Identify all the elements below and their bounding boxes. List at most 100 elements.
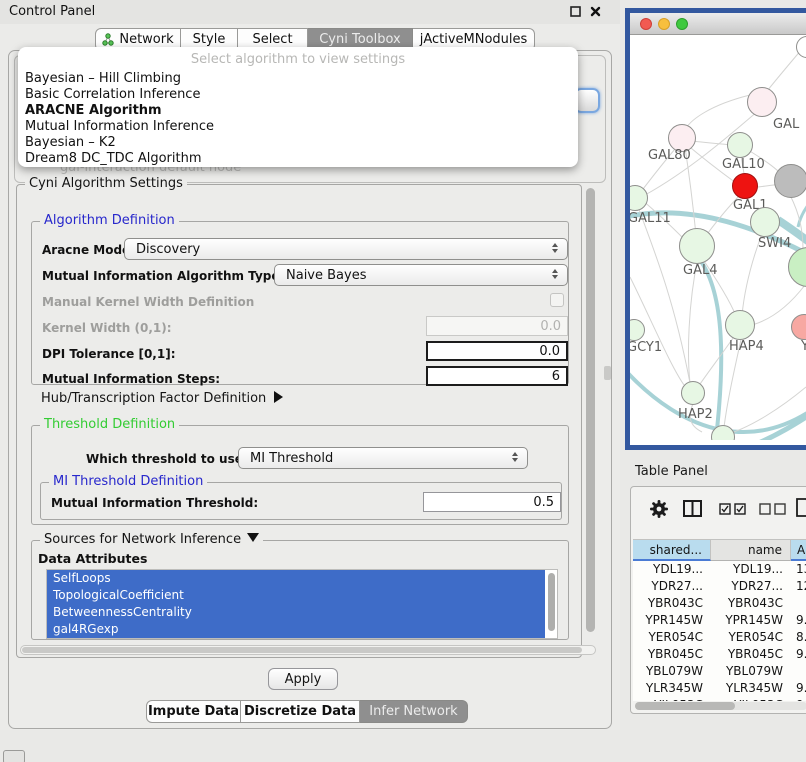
mi-algorithm-type-label: Mutual Information Algorithm Type: (42, 269, 284, 283)
table-row[interactable]: YBR043CYBR043C (633, 595, 806, 612)
table-body: YDL19...YDL19...13 YDR27...YDR27...12 YB… (633, 561, 806, 701)
table-row[interactable]: YLR345WYLR345W9. (633, 680, 806, 697)
attribute-item-selected[interactable]: gal4RGexp (47, 621, 545, 638)
gear-icon[interactable] (649, 499, 669, 523)
node[interactable] (750, 207, 780, 237)
control-panel-titlebar: Control Panel (0, 0, 620, 24)
node[interactable] (679, 228, 715, 264)
mi-algorithm-type-select[interactable]: Naive Bayes (274, 264, 568, 286)
checked-boxes-icon[interactable] (719, 503, 747, 519)
algorithm-option[interactable]: Basic Correlation Inference (18, 87, 578, 103)
algorithm-option[interactable]: Bayesian – K2 (18, 135, 578, 151)
node-selected-red[interactable] (732, 173, 758, 199)
table-row[interactable]: YDL19...YDL19...13 (633, 561, 806, 578)
stepper-arrows-icon (512, 452, 518, 462)
table-row[interactable]: YDR27...YDR27...12 (633, 578, 806, 595)
data-attributes-label: Data Attributes (38, 551, 147, 566)
settings-vertical-scrollbar[interactable] (584, 184, 597, 658)
algorithm-option[interactable]: Bayesian – Hill Climbing (18, 71, 578, 87)
algorithm-dropdown-list: Select algorithm to view settings Bayesi… (18, 47, 578, 167)
column-layout-icon[interactable] (683, 500, 703, 521)
which-threshold-label: Which threshold to use: (86, 452, 248, 466)
tab-impute-data[interactable]: Impute Data (146, 700, 241, 723)
apply-button[interactable]: Apply (268, 668, 338, 690)
close-traffic-light-icon[interactable] (640, 18, 652, 30)
node-label: HAP2 (678, 407, 713, 422)
attribute-item-selected[interactable]: BetweennessCentrality (47, 604, 545, 621)
node[interactable] (681, 381, 705, 405)
node-label: GCY1 (630, 340, 662, 355)
aracne-mode-label: Aracne Mode: (42, 243, 135, 257)
mi-steps-field[interactable]: 6 (426, 366, 568, 386)
algorithm-option[interactable]: Mutual Information Inference (18, 119, 578, 135)
dpi-tolerance-field[interactable]: 0.0 (426, 341, 568, 361)
algorithm-option-selected[interactable]: ARACNE Algorithm (18, 103, 578, 119)
table-row[interactable]: YBL079WYBL079W (633, 663, 806, 680)
node[interactable] (774, 164, 806, 198)
mi-threshold-definition-title: MI Threshold Definition (49, 474, 207, 489)
panel-divider-handle[interactable] (604, 366, 611, 380)
mi-threshold-definition-group: MI Threshold Definition Mutual Informati… (40, 482, 562, 520)
dpi-tolerance-label: DPI Tolerance [0,1]: (42, 347, 176, 361)
expanded-arrow-icon (247, 533, 259, 542)
stepper-arrows-icon (552, 269, 558, 279)
close-icon[interactable] (590, 6, 601, 21)
hub-definition-expander[interactable]: Hub/Transcription Factor Definition (41, 391, 283, 406)
mi-threshold-field[interactable]: 0.5 (423, 492, 561, 512)
node-label: GAL (773, 117, 799, 132)
node[interactable] (725, 310, 755, 340)
attribute-item-selected[interactable]: SelfLoops (47, 570, 545, 587)
which-threshold-select[interactable]: MI Threshold (238, 447, 528, 469)
tab-discretize-data[interactable]: Discretize Data (241, 700, 360, 723)
network-view-window: GAL GAL80 GAL10 GAL1 GAL11 SWI4 GAL4 GCY… (625, 8, 806, 450)
collapsed-arrow-icon (274, 391, 283, 403)
unchecked-boxes-icon[interactable] (759, 503, 787, 519)
float-window-icon[interactable] (570, 6, 581, 21)
column-header-shared-name[interactable]: shared... (633, 539, 711, 561)
sources-title[interactable]: Sources for Network Inference (40, 532, 263, 547)
algorithm-definition-title: Algorithm Definition (40, 213, 179, 228)
stepper-arrows-icon (552, 243, 558, 253)
manual-kernel-width-checkbox[interactable] (550, 293, 564, 307)
network-window-titlebar[interactable] (630, 13, 806, 35)
table-row[interactable]: YER054CYER054C8. (633, 629, 806, 646)
document-icon[interactable] (796, 498, 806, 521)
network-tab-icon (102, 33, 114, 46)
table-panel-title: Table Panel (635, 464, 708, 479)
node[interactable] (747, 87, 777, 117)
kernel-width-label: Kernel Width (0,1): (42, 321, 172, 335)
aracne-mode-select[interactable]: Discovery (124, 238, 568, 260)
threshold-definition-group: Threshold Definition Which threshold to … (31, 425, 569, 525)
attribute-item-selected[interactable]: TopologicalCoefficient (47, 587, 545, 604)
algorithm-option[interactable]: Dream8 DC_TDC Algorithm (18, 151, 578, 167)
node-label: GAL4 (683, 263, 717, 278)
settings-horizontal-scrollbar[interactable] (20, 645, 596, 655)
column-header-name[interactable]: name (711, 539, 791, 561)
table-horizontal-scrollbar[interactable] (635, 702, 806, 710)
column-header-partial[interactable]: A (791, 539, 806, 561)
minimize-traffic-light-icon[interactable] (658, 18, 670, 30)
table-toolbar (631, 495, 806, 531)
cyni-algorithm-settings-title: Cyni Algorithm Settings (25, 176, 187, 191)
sources-group: Sources for Network Inference Data Attri… (31, 540, 569, 640)
zoom-traffic-light-icon[interactable] (676, 18, 688, 30)
node-label: SWI4 (758, 236, 791, 251)
algorithm-dropdown-placeholder: Select algorithm to view settings (18, 49, 578, 71)
control-panel-window: Control Panel Network Style Select Cyni … (0, 0, 620, 730)
manual-kernel-width-label: Manual Kernel Width Definition (42, 295, 254, 309)
control-panel-title: Control Panel (9, 4, 95, 19)
tab-infer-network[interactable]: Infer Network (360, 700, 468, 723)
screen: Control Panel Network Style Select Cyni … (0, 0, 806, 762)
kernel-width-field[interactable]: 0.0 (426, 316, 568, 336)
node[interactable] (727, 132, 753, 158)
attributes-scrollbar[interactable] (548, 573, 555, 631)
network-canvas[interactable]: GAL GAL80 GAL10 GAL1 GAL11 SWI4 GAL4 GCY… (630, 35, 806, 440)
node-label: GAL11 (630, 211, 671, 226)
table-row[interactable]: YBR045CYBR045C9. (633, 646, 806, 663)
table-header-row: shared... name A (633, 539, 806, 561)
node-label: GAL10 (722, 157, 765, 172)
table-row[interactable]: YIL053CYIL053C9 (633, 697, 806, 701)
data-attributes-list: SelfLoops TopologicalCoefficient Between… (46, 569, 558, 639)
table-row[interactable]: YPR145WYPR145W9. (633, 612, 806, 629)
corner-dock-button[interactable] (3, 750, 25, 762)
